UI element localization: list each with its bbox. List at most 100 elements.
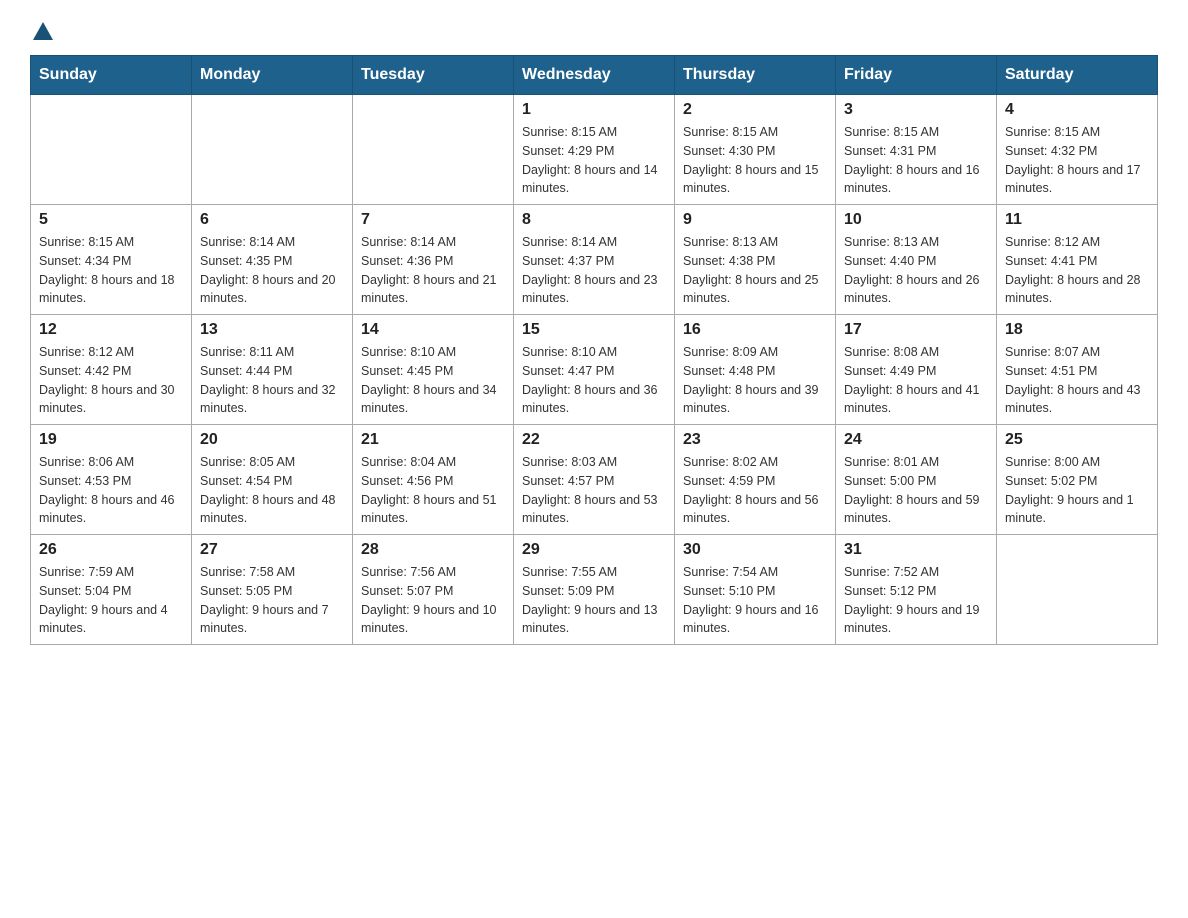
empty-cell	[192, 95, 353, 205]
calendar-day-cell: 30 Sunrise: 7:54 AMSunset: 5:10 PMDayligh…	[675, 535, 836, 645]
calendar-week-row: 1Sunrise: 8:15 AMSunset: 4:29 PMDaylight…	[31, 95, 1158, 205]
page-header	[30, 20, 1158, 45]
day-info: Sunrise: 8:05 AMSunset: 4:54 PMDaylight:…	[200, 453, 344, 528]
day-info: Sunrise: 8:15 AMSunset: 4:32 PMDaylight:…	[1005, 123, 1149, 198]
day-number: 22	[522, 431, 666, 449]
calendar-day-cell: 18 Sunrise: 8:07 AMSunset: 4:51 PMDayligh…	[997, 315, 1158, 425]
calendar-day-cell: 31Sunrise: 7:52 AMSunset: 5:12 PMDayligh…	[836, 535, 997, 645]
day-number: 25	[1005, 431, 1149, 449]
day-info: Sunrise: 8:14 AMSunset: 4:36 PMDaylight:…	[361, 233, 505, 308]
day-number: 7	[361, 211, 505, 229]
day-info: Sunrise: 8:12 AMSunset: 4:41 PMDaylight:…	[1005, 233, 1149, 308]
day-number: 20	[200, 431, 344, 449]
day-number: 13	[200, 321, 344, 339]
day-info: Sunrise: 7:56 AMSunset: 5:07 PMDaylight:…	[361, 563, 505, 638]
day-info: Sunrise: 8:02 AMSunset: 4:59 PMDaylight:…	[683, 453, 827, 528]
logo	[30, 20, 53, 45]
col-header-wednesday: Wednesday	[514, 56, 675, 95]
day-number: 19	[39, 431, 183, 449]
day-number: 6	[200, 211, 344, 229]
calendar-day-cell: 1Sunrise: 8:15 AMSunset: 4:29 PMDaylight…	[514, 95, 675, 205]
day-info: Sunrise: 8:11 AMSunset: 4:44 PMDaylight:…	[200, 343, 344, 418]
calendar-day-cell: 7 Sunrise: 8:14 AMSunset: 4:36 PMDaylight…	[353, 205, 514, 315]
day-info: Sunrise: 7:59 AMSunset: 5:04 PMDaylight:…	[39, 563, 183, 638]
day-info: Sunrise: 8:03 AMSunset: 4:57 PMDaylight:…	[522, 453, 666, 528]
calendar-day-cell: 23 Sunrise: 8:02 AMSunset: 4:59 PMDayligh…	[675, 425, 836, 535]
day-info: Sunrise: 8:14 AMSunset: 4:35 PMDaylight:…	[200, 233, 344, 308]
calendar-day-cell: 29 Sunrise: 7:55 AMSunset: 5:09 PMDayligh…	[514, 535, 675, 645]
day-info: Sunrise: 8:13 AMSunset: 4:38 PMDaylight:…	[683, 233, 827, 308]
day-info: Sunrise: 8:01 AMSunset: 5:00 PMDaylight:…	[844, 453, 988, 528]
day-info: Sunrise: 7:54 AMSunset: 5:10 PMDaylight:…	[683, 563, 827, 638]
day-number: 23	[683, 431, 827, 449]
empty-cell	[997, 535, 1158, 645]
day-info: Sunrise: 8:10 AMSunset: 4:47 PMDaylight:…	[522, 343, 666, 418]
calendar-day-cell: 17 Sunrise: 8:08 AMSunset: 4:49 PMDayligh…	[836, 315, 997, 425]
day-number: 24	[844, 431, 988, 449]
day-number: 21	[361, 431, 505, 449]
calendar-day-cell: 19 Sunrise: 8:06 AMSunset: 4:53 PMDayligh…	[31, 425, 192, 535]
day-number: 8	[522, 211, 666, 229]
col-header-saturday: Saturday	[997, 56, 1158, 95]
day-number: 17	[844, 321, 988, 339]
day-info: Sunrise: 8:14 AMSunset: 4:37 PMDaylight:…	[522, 233, 666, 308]
day-info: Sunrise: 8:06 AMSunset: 4:53 PMDaylight:…	[39, 453, 183, 528]
day-info: Sunrise: 8:09 AMSunset: 4:48 PMDaylight:…	[683, 343, 827, 418]
day-number: 31	[844, 541, 988, 559]
day-info: Sunrise: 8:10 AMSunset: 4:45 PMDaylight:…	[361, 343, 505, 418]
day-info: Sunrise: 8:04 AMSunset: 4:56 PMDaylight:…	[361, 453, 505, 528]
col-header-monday: Monday	[192, 56, 353, 95]
calendar-day-cell: 28 Sunrise: 7:56 AMSunset: 5:07 PMDayligh…	[353, 535, 514, 645]
day-number: 12	[39, 321, 183, 339]
col-header-tuesday: Tuesday	[353, 56, 514, 95]
day-number: 28	[361, 541, 505, 559]
day-info: Sunrise: 8:12 AMSunset: 4:42 PMDaylight:…	[39, 343, 183, 418]
day-number: 14	[361, 321, 505, 339]
calendar-header-row: SundayMondayTuesdayWednesdayThursdayFrid…	[31, 56, 1158, 95]
calendar-day-cell: 26 Sunrise: 7:59 AMSunset: 5:04 PMDayligh…	[31, 535, 192, 645]
calendar-day-cell: 12 Sunrise: 8:12 AMSunset: 4:42 PMDayligh…	[31, 315, 192, 425]
calendar-day-cell: 2Sunrise: 8:15 AMSunset: 4:30 PMDaylight…	[675, 95, 836, 205]
calendar-day-cell: 13 Sunrise: 8:11 AMSunset: 4:44 PMDayligh…	[192, 315, 353, 425]
col-header-thursday: Thursday	[675, 56, 836, 95]
calendar-day-cell: 25 Sunrise: 8:00 AMSunset: 5:02 PMDayligh…	[997, 425, 1158, 535]
day-number: 29	[522, 541, 666, 559]
day-info: Sunrise: 7:55 AMSunset: 5:09 PMDaylight:…	[522, 563, 666, 638]
day-number: 10	[844, 211, 988, 229]
calendar-day-cell: 14 Sunrise: 8:10 AMSunset: 4:45 PMDayligh…	[353, 315, 514, 425]
day-info: Sunrise: 8:15 AMSunset: 4:31 PMDaylight:…	[844, 123, 988, 198]
calendar-week-row: 26 Sunrise: 7:59 AMSunset: 5:04 PMDayligh…	[31, 535, 1158, 645]
calendar-day-cell: 3Sunrise: 8:15 AMSunset: 4:31 PMDaylight…	[836, 95, 997, 205]
day-number: 15	[522, 321, 666, 339]
calendar-day-cell: 16 Sunrise: 8:09 AMSunset: 4:48 PMDayligh…	[675, 315, 836, 425]
day-number: 5	[39, 211, 183, 229]
day-info: Sunrise: 8:13 AMSunset: 4:40 PMDaylight:…	[844, 233, 988, 308]
day-info: Sunrise: 8:15 AMSunset: 4:30 PMDaylight:…	[683, 123, 827, 198]
day-info: Sunrise: 8:15 AMSunset: 4:29 PMDaylight:…	[522, 123, 666, 198]
calendar-day-cell: 22 Sunrise: 8:03 AMSunset: 4:57 PMDayligh…	[514, 425, 675, 535]
day-info: Sunrise: 8:08 AMSunset: 4:49 PMDaylight:…	[844, 343, 988, 418]
calendar-day-cell: 6 Sunrise: 8:14 AMSunset: 4:35 PMDaylight…	[192, 205, 353, 315]
col-header-sunday: Sunday	[31, 56, 192, 95]
calendar-week-row: 5 Sunrise: 8:15 AMSunset: 4:34 PMDaylight…	[31, 205, 1158, 315]
calendar-week-row: 12 Sunrise: 8:12 AMSunset: 4:42 PMDayligh…	[31, 315, 1158, 425]
calendar-day-cell: 11Sunrise: 8:12 AMSunset: 4:41 PMDayligh…	[997, 205, 1158, 315]
day-number: 30	[683, 541, 827, 559]
calendar-day-cell: 20 Sunrise: 8:05 AMSunset: 4:54 PMDayligh…	[192, 425, 353, 535]
calendar-day-cell: 5 Sunrise: 8:15 AMSunset: 4:34 PMDaylight…	[31, 205, 192, 315]
day-info: Sunrise: 8:07 AMSunset: 4:51 PMDaylight:…	[1005, 343, 1149, 418]
day-number: 26	[39, 541, 183, 559]
empty-cell	[31, 95, 192, 205]
day-info: Sunrise: 8:15 AMSunset: 4:34 PMDaylight:…	[39, 233, 183, 308]
day-number: 16	[683, 321, 827, 339]
day-number: 18	[1005, 321, 1149, 339]
day-info: Sunrise: 8:00 AMSunset: 5:02 PMDaylight:…	[1005, 453, 1149, 528]
calendar-day-cell: 4 Sunrise: 8:15 AMSunset: 4:32 PMDaylight…	[997, 95, 1158, 205]
day-number: 9	[683, 211, 827, 229]
day-number: 4	[1005, 101, 1149, 119]
day-number: 27	[200, 541, 344, 559]
calendar-day-cell: 15 Sunrise: 8:10 AMSunset: 4:47 PMDayligh…	[514, 315, 675, 425]
calendar-day-cell: 9 Sunrise: 8:13 AMSunset: 4:38 PMDaylight…	[675, 205, 836, 315]
empty-cell	[353, 95, 514, 205]
calendar-week-row: 19 Sunrise: 8:06 AMSunset: 4:53 PMDayligh…	[31, 425, 1158, 535]
